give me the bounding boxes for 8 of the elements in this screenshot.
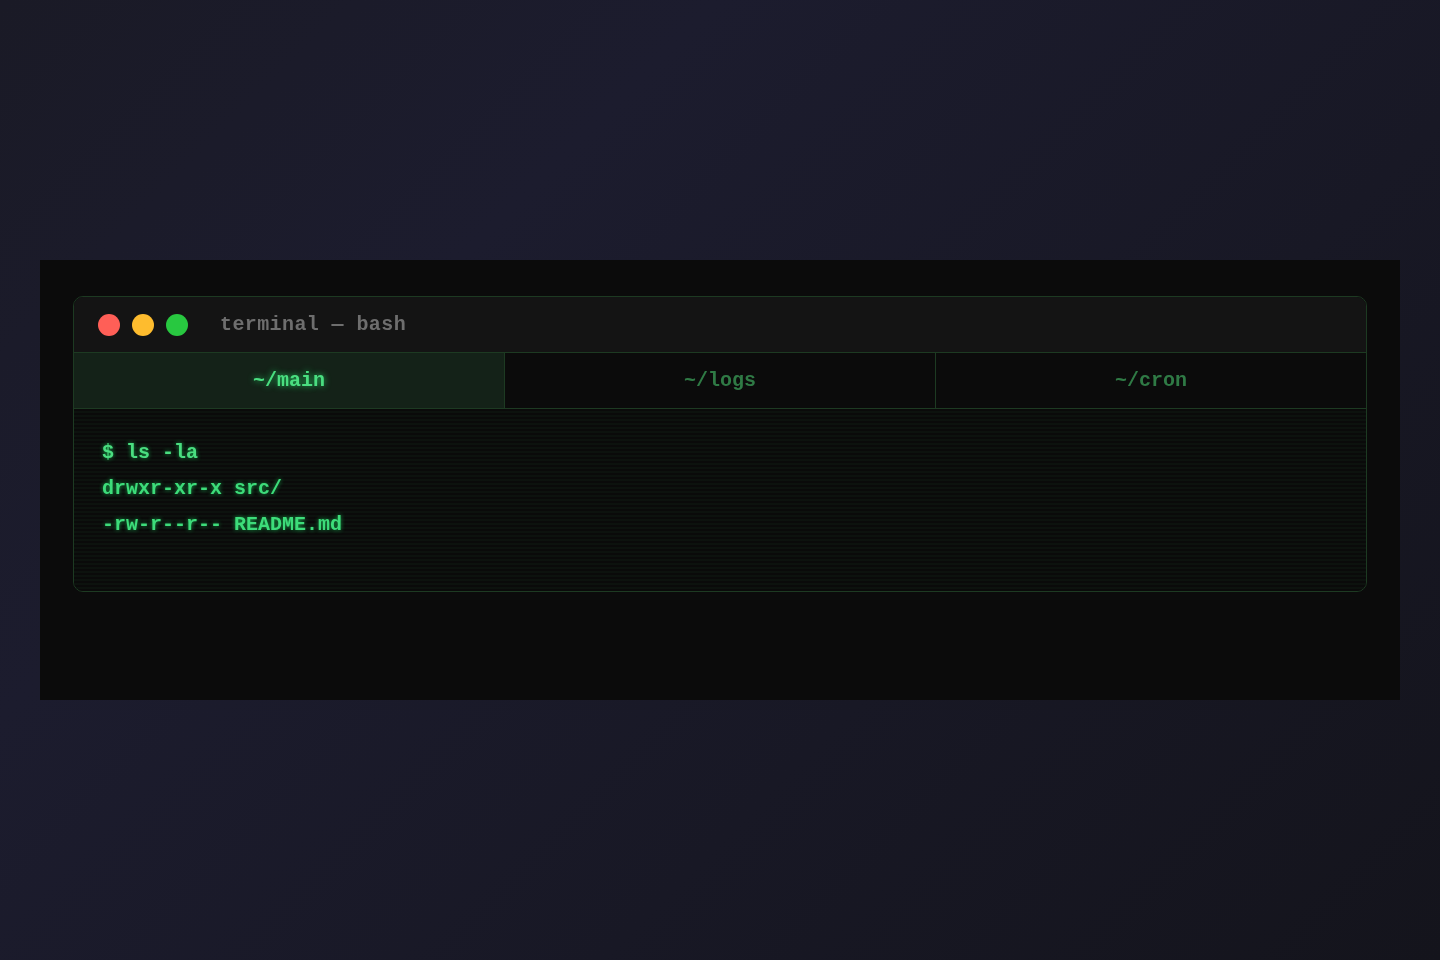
window-title: terminal — bash (220, 311, 407, 338)
output-line: -rw-r--r-- README.md (102, 513, 344, 537)
maximize-button[interactable] (166, 313, 188, 336)
command-line: $ ls -la (102, 441, 199, 465)
output-line: drwxr-xr-x src/ (102, 477, 284, 501)
tab[interactable]: ~/main (74, 353, 504, 408)
minimize-button[interactable] (132, 313, 154, 336)
close-button[interactable] (98, 313, 120, 336)
